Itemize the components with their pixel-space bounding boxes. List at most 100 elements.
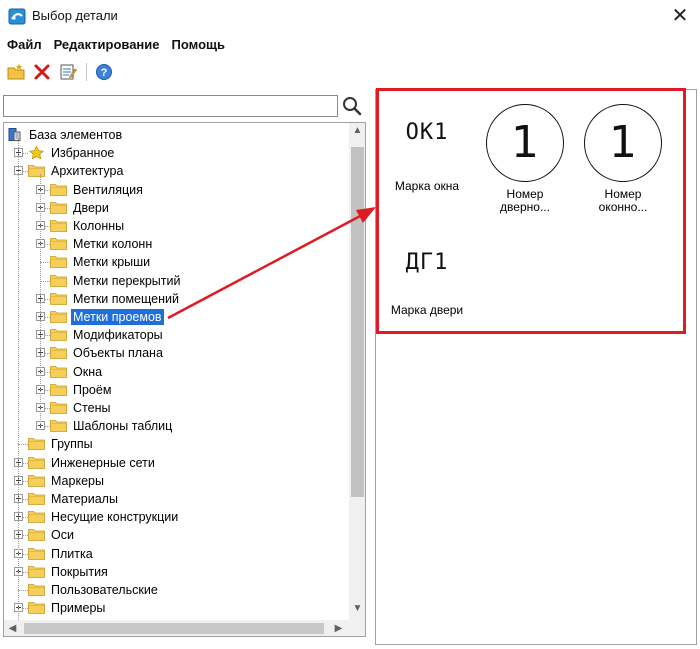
left-pane: База элементов Избранное Архитектура Вентил… [0,89,370,649]
tree-item[interactable]: Модификаторы [4,326,349,344]
tree-item-label: Пользовательские [51,583,158,597]
scroll-right-icon[interactable]: ▶ [330,623,347,634]
tree-item[interactable]: Инженерные сети [4,454,349,472]
window-title: Выбор детали [32,8,118,23]
tree-item[interactable]: Двери [4,199,349,217]
tree-item-label: Материалы [51,492,118,506]
tree-item[interactable]: Маркеры [4,472,349,490]
tree-item-label: Плитка [51,546,93,561]
tree-item[interactable]: Проём [4,381,349,399]
tree-item[interactable]: Объекты плана [4,344,349,362]
properties-icon[interactable] [59,63,77,81]
tree-item-label: Стены [73,401,111,415]
tree-item[interactable]: Метки крыши [4,253,349,271]
tree-connector [18,590,28,591]
tree-item-label: Оси [51,528,74,543]
close-icon[interactable]: ✕ [668,4,692,28]
tree-item[interactable]: Колонны [4,217,349,235]
tree-connector [40,280,50,282]
tree-item[interactable]: Оси [4,526,349,544]
folder-icon [50,420,67,433]
scroll-up-icon[interactable]: ▲ [349,125,365,136]
title-bar: Выбор детали ✕ [0,0,700,34]
tree-item[interactable]: Группы [4,435,349,453]
tree-item[interactable]: База элементов [4,126,349,144]
database-icon [8,128,21,141]
tree-item-label: Двери [73,200,109,215]
menu-file[interactable]: Файл [0,36,48,56]
search-icon[interactable] [341,95,363,117]
tree-item-label: Вентиляция [73,182,143,197]
tree-item[interactable]: Избранное [4,144,349,162]
folder-icon [50,329,67,342]
scroll-left-icon[interactable]: ◀ [4,623,21,634]
element-tree[interactable]: База элементов Избранное Архитектура Вентил… [3,122,366,637]
tree-item[interactable]: Покрытия [4,563,349,581]
tree-item-label-selected: Метки проемов [71,309,164,325]
folder-icon [50,201,67,214]
folder-icon [28,456,45,469]
tree-item[interactable]: Плитка [4,545,349,563]
folder-icon [28,474,45,487]
app-icon [8,8,26,25]
scrollbar-thumb[interactable] [24,623,324,634]
folder-icon [28,493,45,505]
tree-item[interactable]: Окна [4,363,349,381]
tree-item-label: Окна [73,364,103,379]
folder-icon [50,311,67,323]
tree-item[interactable]: Несущие конструкции [4,508,349,526]
folder-icon [50,365,67,378]
folder-icon [28,602,45,615]
tree-vertical-scrollbar[interactable]: ▲ ▼ [349,123,365,620]
tree-item-label: Покрытия [51,564,108,579]
tree-item-label: Модификаторы [73,328,163,343]
folder-icon [28,584,45,596]
tree-item[interactable]: Архитектура [4,162,349,180]
tree-item[interactable]: Материалы [4,490,349,508]
delete-icon[interactable] [33,63,51,81]
toolbar-separator [86,63,87,81]
tree-item-label: Метки крыши [73,255,151,270]
tree-item[interactable]: Стены [4,399,349,417]
tree-item[interactable]: Шаблоны таблиц [4,417,349,435]
folder-icon [28,547,45,560]
folder-icon [50,347,67,360]
scroll-down-icon[interactable]: ▼ [349,603,365,614]
tree-item-label: Инженерные сети [51,455,155,470]
new-folder-icon[interactable] [7,63,25,81]
tree-item[interactable]: Пользовательские [4,581,349,599]
folder-icon [50,256,67,269]
search-input[interactable] [3,95,338,117]
tree-item-label: Архитектура [51,164,124,179]
folder-icon [28,565,45,578]
tree-item-label: Метки перекрытий [73,273,181,288]
svg-text:?: ? [101,67,108,79]
tree-item-label: Объекты плана [73,346,163,361]
tree-item[interactable]: Метки проемов [4,308,349,326]
folder-icon [28,165,45,178]
tree-item[interactable]: Метки колонн [4,235,349,253]
toolbar: ? [0,58,700,86]
menu-edit[interactable]: Редактирование [48,36,166,56]
tree-item[interactable]: Метки помещений [4,290,349,308]
folder-icon [28,529,45,542]
tree-connector [18,138,19,627]
folder-icon [50,383,67,396]
tree-item[interactable]: Вентиляция [4,181,349,199]
tree-item-label: Метки колонн [73,237,153,252]
tree-item-label: Примеры [51,601,106,616]
tree-horizontal-scrollbar[interactable]: ◀ ▶ [4,620,349,636]
tree-item[interactable]: Метки перекрытий [4,272,349,290]
folder-icon [28,511,45,524]
tree-item[interactable]: Примеры [4,599,349,617]
highlight-frame [376,88,686,334]
tree-item-label: База элементов [29,128,123,142]
tree-connector [40,262,50,264]
tree-connector [40,174,41,427]
help-icon[interactable]: ? [95,63,113,81]
folder-icon [50,238,67,251]
menu-help[interactable]: Помощь [166,36,231,56]
scrollbar-thumb[interactable] [351,147,364,497]
tree-item-label: Группы [51,437,93,452]
tree-item-label: Метки помещений [73,291,179,306]
